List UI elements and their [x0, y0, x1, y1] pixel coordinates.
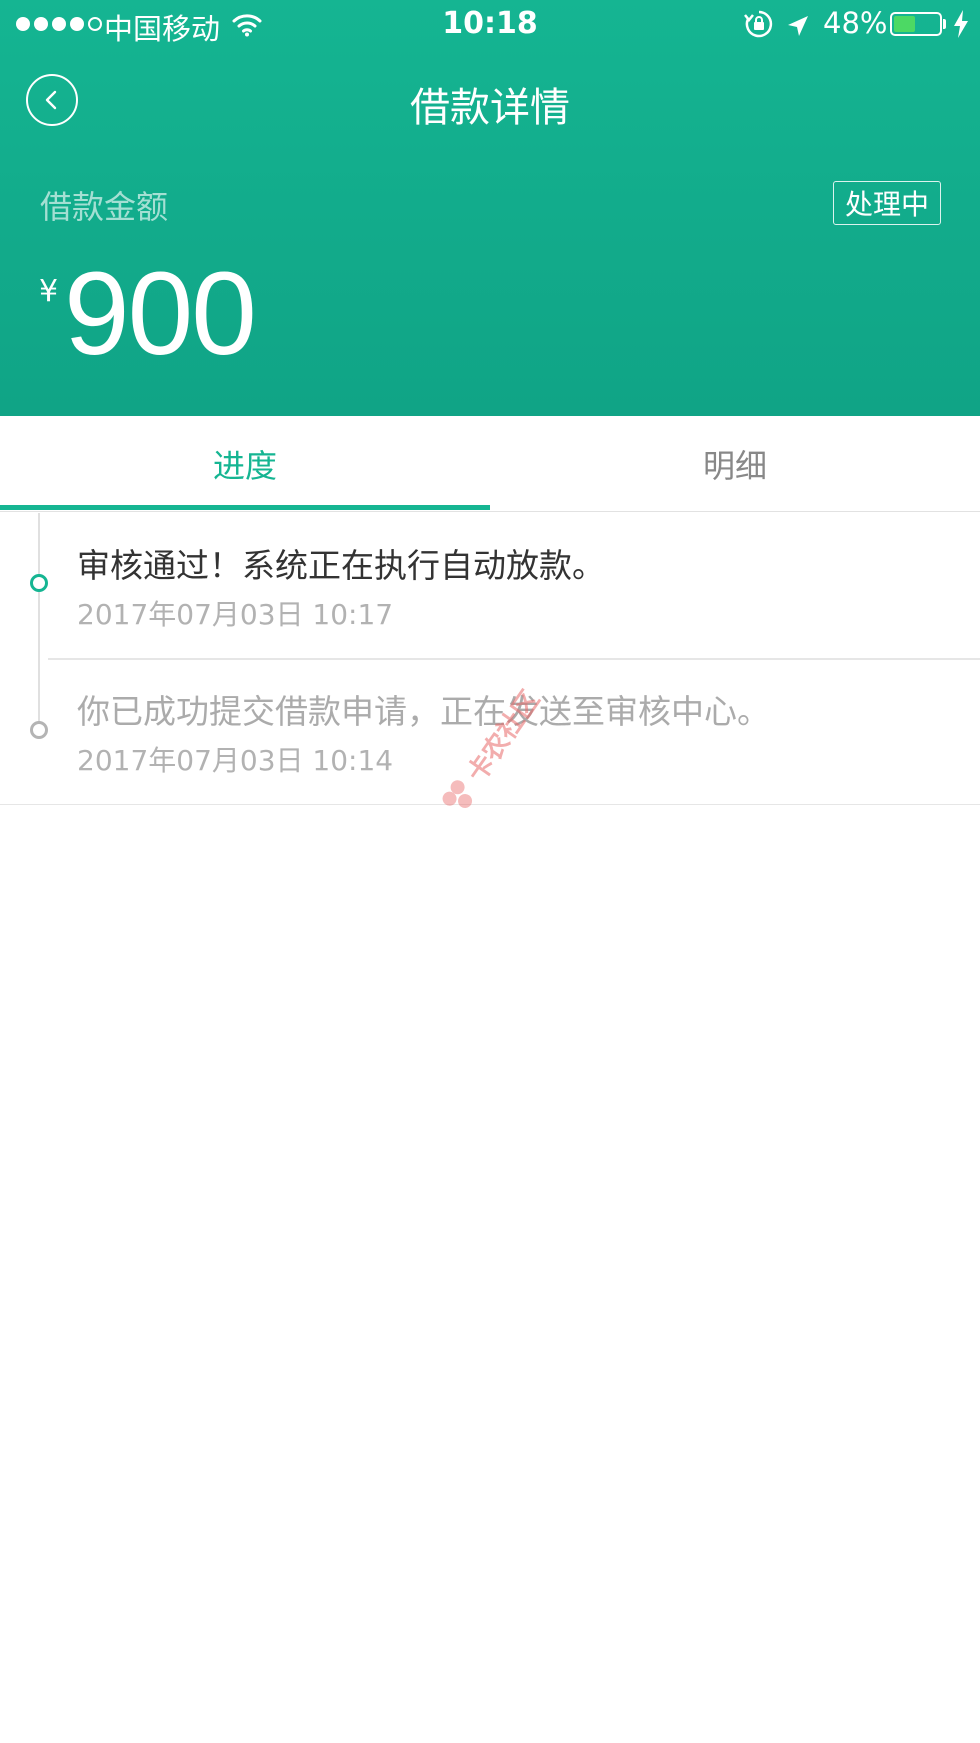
tab-detail[interactable]: 明细 [490, 416, 980, 512]
active-tab-indicator [0, 505, 490, 510]
page-title: 借款详情 [410, 85, 570, 131]
timeline-node-inactive [30, 721, 48, 739]
timeline-item: 审核通过！系统正在执行自动放款。 2017年07月03日 10:17 [0, 513, 980, 658]
battery-icon [890, 12, 942, 36]
loan-amount: 900 [64, 248, 257, 380]
timeline-item-title: 你已成功提交借款申请，正在发送至审核中心。 [77, 692, 770, 731]
timeline-item-time: 2017年07月03日 10:14 [77, 744, 394, 777]
tab-bar: 进度 明细 [0, 416, 980, 512]
status-bar: 中国移动 10:18 48% [0, 0, 980, 50]
tab-progress[interactable]: 进度 [0, 416, 490, 512]
timeline-node-active [30, 574, 48, 592]
timeline-item-title: 审核通过！系统正在执行自动放款。 [77, 546, 605, 585]
amount-label: 借款金额 [40, 188, 169, 226]
rotation-lock-icon [744, 9, 774, 46]
timeline-item-time: 2017年07月03日 10:17 [77, 598, 394, 631]
charging-bolt-icon [953, 10, 969, 45]
location-arrow-icon [786, 11, 810, 45]
loan-header: 中国移动 10:18 48% 借款详情 借款金额 处理中 ¥ 900 [0, 0, 980, 416]
battery-percent: 48% [823, 6, 888, 40]
status-badge: 处理中 [833, 181, 941, 225]
currency-symbol: ¥ [39, 274, 59, 309]
